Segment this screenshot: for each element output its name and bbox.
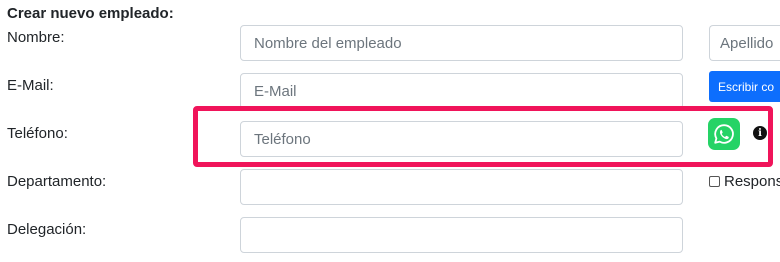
departamento-input[interactable] — [240, 169, 683, 205]
info-icon[interactable]: i — [753, 126, 767, 140]
responsable-label: Respons — [724, 173, 780, 190]
email-input[interactable] — [240, 73, 683, 109]
telefono-input[interactable] — [240, 121, 683, 157]
form-title: Crear nuevo empleado: — [7, 5, 174, 22]
departamento-label: Departamento: — [7, 173, 107, 190]
delegacion-label: Delegación: — [7, 221, 87, 238]
responsable-checkbox-group[interactable]: Respons — [709, 173, 780, 190]
email-label: E-Mail: — [7, 77, 54, 94]
whatsapp-button[interactable] — [708, 118, 740, 150]
nombre-label: Nombre: — [7, 29, 65, 46]
whatsapp-icon — [714, 124, 734, 144]
nombre-input[interactable] — [240, 25, 683, 61]
delegacion-input[interactable] — [240, 217, 683, 253]
apellido-input[interactable] — [709, 25, 780, 61]
telefono-label: Teléfono: — [7, 125, 68, 142]
responsable-checkbox[interactable] — [709, 176, 720, 187]
write-email-button[interactable]: Escribir co — [709, 71, 780, 102]
